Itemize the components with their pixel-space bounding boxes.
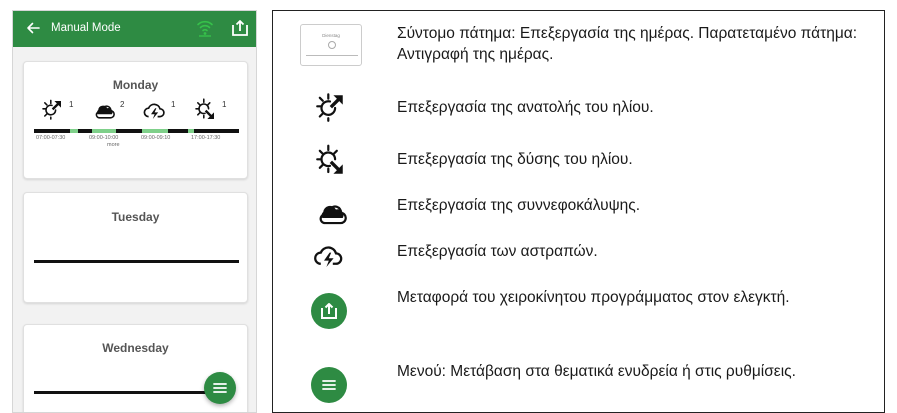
menu-button-icon [311,367,347,403]
timeline-segment [92,129,116,133]
event-count: 1 [171,100,176,109]
legend-panel: Dienstag Σύντομο πάτημα: Επεξεργασία της… [272,10,885,413]
arrow-left-icon[interactable] [25,20,41,36]
legend-text: Επεξεργασία των αστραπών. [397,243,598,260]
timeline-segment [188,129,194,133]
thumbnail-circle [328,41,336,49]
event-count: 2 [120,100,125,109]
menu-button[interactable] [204,372,236,404]
legend-text: Επεξεργασία της ανατολής του ηλίου. [397,99,654,116]
menu-icon [213,383,227,393]
day-card-thumbnail: Dienstag [300,24,362,66]
cloud-icon [319,205,347,225]
upload-button-icon [311,293,347,329]
time-label: 07:00-07:30 [36,135,66,141]
sunset-icon [195,98,214,119]
timeline-segment [142,129,168,133]
day-name: Tuesday [111,210,160,224]
day-name: Wednesday [102,341,169,355]
legend-text: Μενού: Μετάβαση στα θεματικά ενυδρεία ή … [397,363,796,380]
thumbnail-day-name: Dienstag [322,33,340,38]
day-timeline [34,391,224,394]
lightning-cloud-icon [143,103,165,119]
sunrise-icon [42,99,61,120]
more-label: more [107,142,120,148]
legend-text: Μεταφορά του χειροκίνητου προγράμματος σ… [397,289,790,306]
cloud-icon [95,105,115,119]
wifi-icon [197,20,213,37]
legend-text: Επεξεργασία της δύσης του ηλίου. [397,151,633,168]
phone-screen: Manual Mode Monday 1 2 1 1 07:00-07:30 0… [12,10,257,413]
day-card-monday[interactable]: Monday 1 2 1 1 07:00-07:30 09:00-10:00 m… [23,61,248,179]
timeline-segment [70,129,78,133]
menu-icon [322,380,336,390]
upload-icon[interactable] [231,19,249,37]
time-label: 17:00-17:30 [191,135,221,141]
event-icons: 1 2 1 1 [34,98,239,124]
page-title: Manual Mode [51,22,121,34]
day-timeline [34,260,239,263]
day-timeline [34,129,239,133]
upload-icon [321,303,337,319]
app-bar: Manual Mode [13,11,256,47]
event-count: 1 [69,100,74,109]
day-name: Monday [112,78,159,92]
sunset-icon [316,144,343,174]
time-label: 09:00-10:00 [89,135,119,141]
event-count: 1 [222,100,227,109]
legend-text: Σύντομο πάτημα: Επεξεργασία της ημέρας. … [397,25,858,63]
thumbnail-line [306,55,358,56]
sunrise-icon [316,93,343,122]
day-card-tuesday[interactable]: Tuesday [23,192,248,303]
lightning-cloud-icon [314,246,343,267]
time-label: 09:00-09:10 [141,135,171,141]
legend-text: Επεξεργασία της συννεφοκάλυψης. [397,197,641,214]
